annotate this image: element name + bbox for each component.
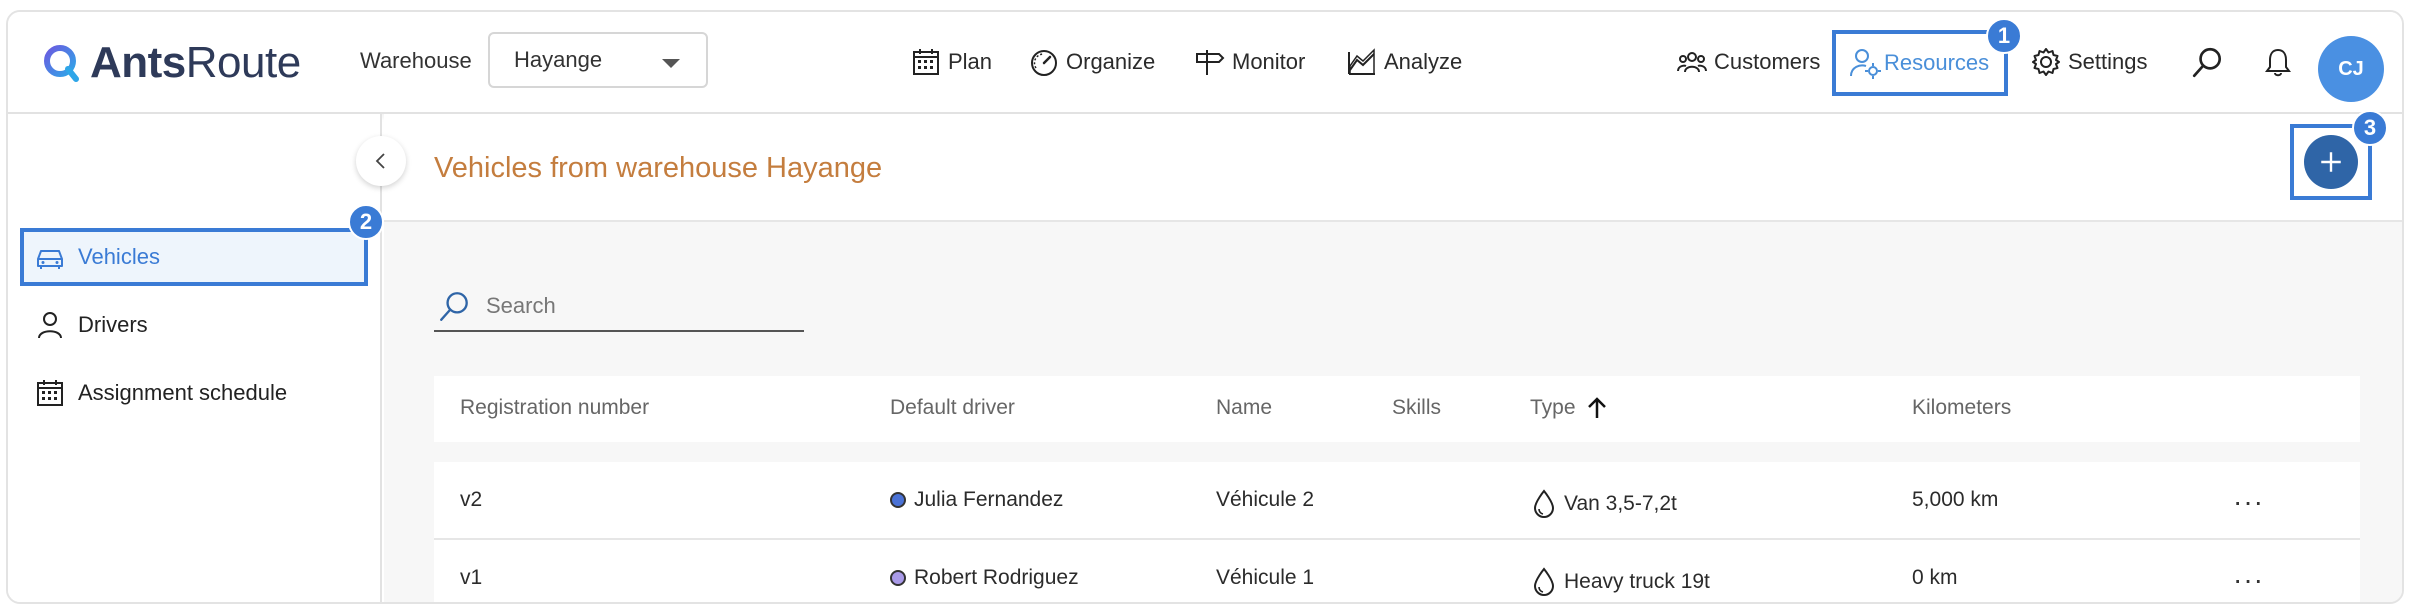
step-badge-3: 3 [2352,110,2388,146]
search-icon [440,292,468,321]
search-input[interactable] [486,293,786,319]
step-badge-2: 2 [348,204,384,240]
nav-customers-label: Customers [1714,49,1821,74]
person-icon [38,312,62,339]
nav-monitor-label: Monitor [1232,49,1306,74]
sidebar-item-assignment-schedule-label: Assignment schedule [78,380,288,405]
column-default-driver[interactable]: Default driver [890,396,1015,420]
sidebar-item-vehicles[interactable]: Vehicles [20,228,368,286]
sidebar-item-vehicles-label: Vehicles [78,244,160,269]
calendar-icon [913,49,939,75]
cell-registration: v2 [460,488,483,511]
logo-text-light: Route [185,38,301,87]
car-icon [37,250,63,269]
cell-driver-name: Julia Fernandez [914,488,1064,511]
table-row[interactable]: v2 Julia Fernandez Véhicule 2 Van 3,5-7,… [434,462,2360,540]
users-icon [1677,52,1707,73]
nav-resources[interactable]: Resources [1832,30,2008,96]
step-badge-1: 1 [1986,18,2022,54]
add-vehicle-button[interactable] [2304,135,2358,189]
search-field[interactable] [434,282,804,332]
column-kilometers[interactable]: Kilometers [1912,396,2011,420]
driver-color-dot [890,570,906,586]
bell-icon [2265,48,2291,77]
user-avatar[interactable]: CJ [2318,36,2384,102]
warehouse-select[interactable]: Hayange [488,32,708,88]
sidebar: Vehicles Drivers Assignment schedule [8,114,382,602]
column-registration-number[interactable]: Registration number [460,396,649,420]
cell-kilometers: 5,000 km [1912,488,1999,511]
nav-organize[interactable]: Organize [1028,42,1155,82]
sort-ascending-icon [1587,397,1606,418]
chevron-left-icon [375,153,385,169]
cell-name: Véhicule 2 [1216,488,1315,511]
column-skills[interactable]: Skills [1392,396,1441,420]
gauge-icon [1031,50,1057,76]
search-icon [2192,47,2222,78]
app-logo[interactable]: AntsRoute [42,38,301,88]
top-bar: AntsRoute Warehouse Hayange Plan Organiz… [8,12,2402,114]
cell-type-label: Van 3,5-7,2t [1564,492,1677,515]
driver-color-dot [890,492,906,508]
logo-text-bold: Ants [90,38,186,87]
nav-analyze-label: Analyze [1384,49,1463,74]
nav-resources-label: Resources [1884,50,1990,75]
calendar-icon [37,380,63,406]
droplet-icon [1533,567,1555,596]
nav-customers[interactable]: Customers [1676,42,1820,82]
sidebar-item-drivers-label: Drivers [78,312,148,337]
nav-organize-label: Organize [1066,49,1156,74]
caret-down-icon [662,59,680,68]
nav-analyze[interactable]: Analyze [1346,42,1462,82]
cell-driver: Julia Fernandez [890,488,1063,512]
nav-plan[interactable]: Plan [910,42,992,82]
cell-type: Van 3,5-7,2t [1530,488,1677,520]
collapse-sidebar-button[interactable] [356,136,406,186]
user-gear-icon [1850,49,1881,79]
cell-driver-name: Robert Rodriguez [914,566,1079,589]
nav-monitor[interactable]: Monitor [1194,42,1305,82]
sidebar-item-drivers[interactable]: Drivers [20,296,368,354]
table-row[interactable]: v1 Robert Rodriguez Véhicule 1 Heavy tru… [434,540,2360,602]
row-menu-button[interactable]: ··· [2233,564,2264,596]
warehouse-label: Warehouse [360,48,472,73]
column-type[interactable]: Type [1530,396,1608,420]
column-name[interactable]: Name [1216,396,1272,420]
cell-kilometers: 0 km [1912,566,1958,589]
cell-type-label: Heavy truck 19t [1564,570,1710,593]
app-window: AntsRoute Warehouse Hayange Plan Organiz… [6,10,2404,604]
search-button[interactable] [2188,40,2228,84]
sidebar-item-assignment-schedule[interactable]: Assignment schedule [20,364,368,422]
cell-type: Heavy truck 19t [1530,566,1710,598]
chart-icon [1348,48,1375,75]
warehouse-value: Hayange [514,47,603,72]
column-type-label: Type [1530,396,1576,419]
plus-icon [2321,152,2341,172]
page-title: Vehicles from warehouse Hayange [434,152,883,184]
nav-settings[interactable]: Settings [2030,42,2148,82]
logo-icon [42,43,82,83]
nav-settings-label: Settings [2068,49,2148,74]
droplet-icon [1533,489,1555,518]
page-header: Vehicles from warehouse Hayange [384,114,2402,222]
cell-driver: Robert Rodriguez [890,566,1079,590]
notifications-button[interactable] [2258,40,2298,84]
table-header: Registration number Default driver Name … [434,376,2360,442]
gear-icon [2032,48,2060,76]
main-content: Vehicles from warehouse Hayange Registra… [384,114,2402,602]
signpost-icon [1196,50,1225,75]
nav-plan-label: Plan [948,49,993,74]
row-menu-button[interactable]: ··· [2233,486,2264,518]
cell-registration: v1 [460,566,483,589]
cell-name: Véhicule 1 [1216,566,1315,589]
